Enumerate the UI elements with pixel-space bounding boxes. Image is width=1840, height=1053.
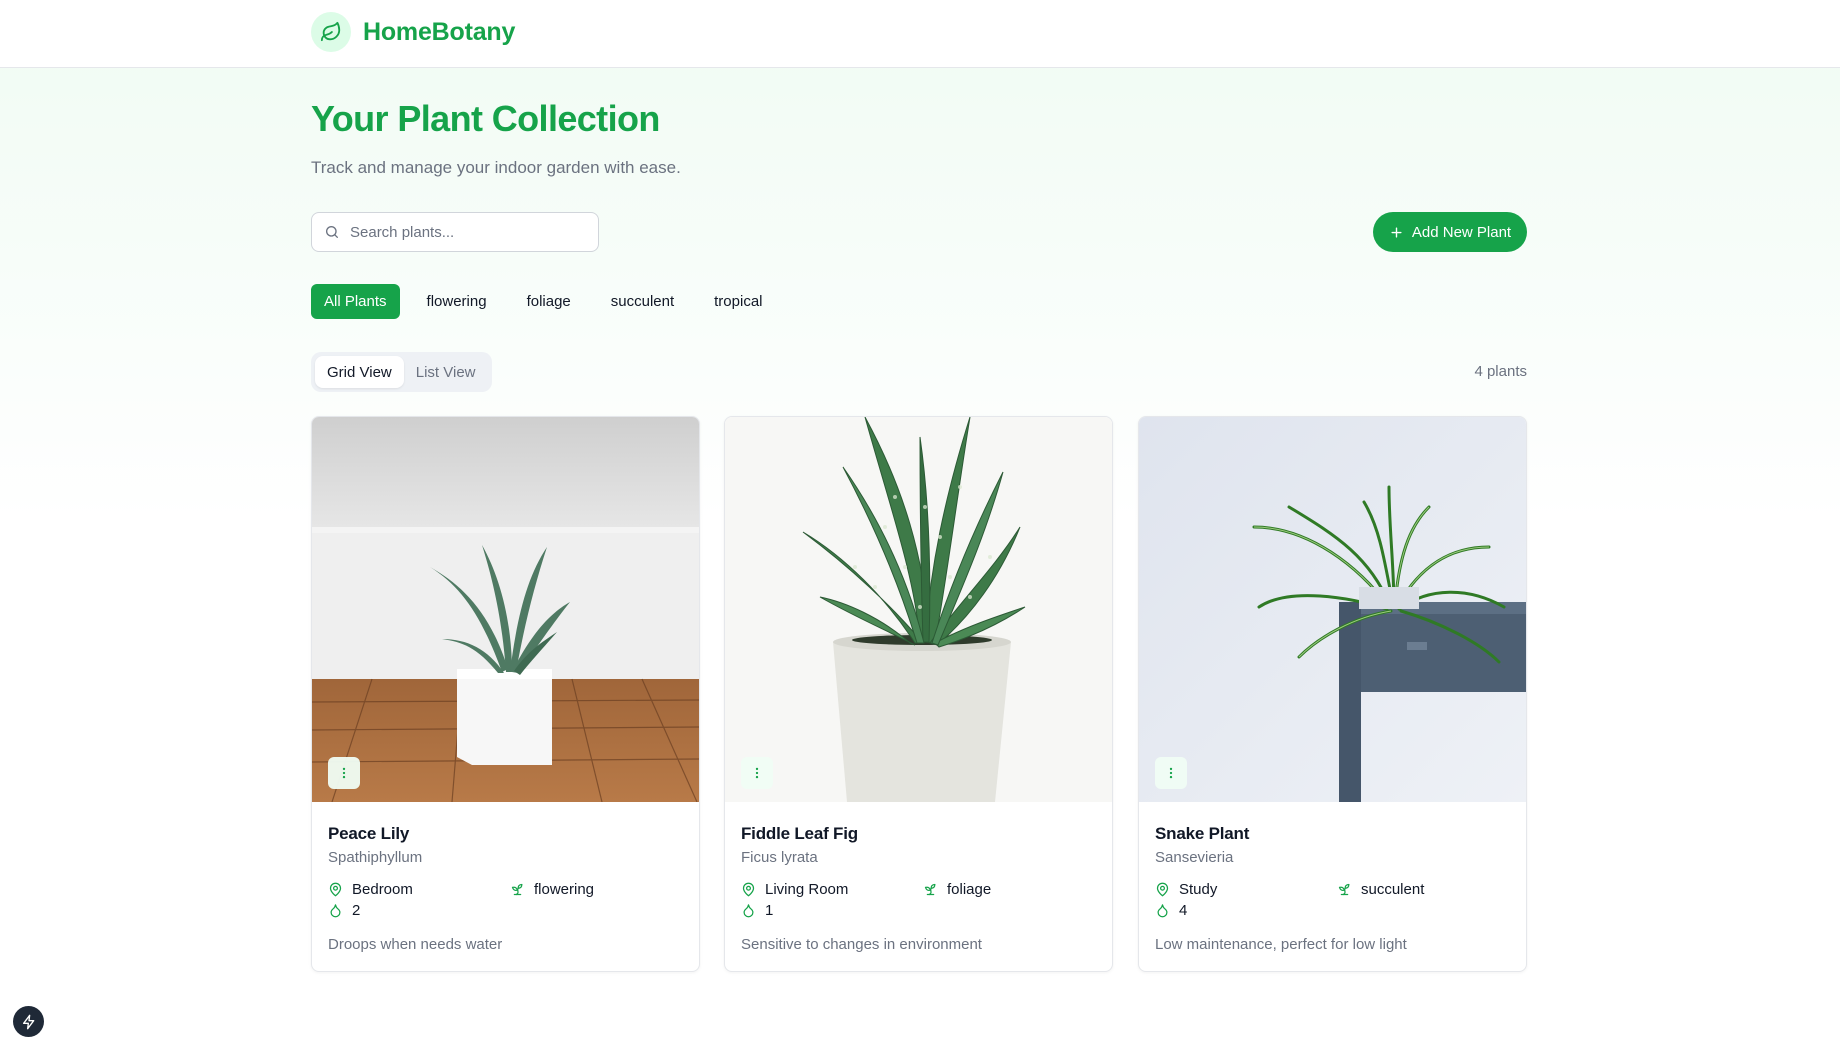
lightning-icon (22, 1014, 34, 1029)
filter-tropical[interactable]: tropical (701, 284, 775, 319)
plant-name: Snake Plant (1155, 824, 1250, 843)
droplet-icon (743, 904, 754, 918)
plant-water-frequency: 1 (765, 902, 774, 919)
plant-card[interactable]: Peace Lily Spathiphyllum Bedroom floweri… (311, 416, 700, 972)
plant-type: succulent (1361, 881, 1425, 898)
filter-flowering[interactable]: flowering (414, 284, 500, 319)
droplet-icon (1157, 904, 1168, 918)
plant-scientific-name: Spathiphyllum (328, 849, 423, 866)
search-icon (326, 226, 338, 238)
add-plant-label: Add New Plant (1411, 223, 1512, 241)
search-box[interactable] (311, 212, 599, 252)
plant-scientific-name: Sansevieria (1155, 849, 1234, 866)
plant-water-frequency: 4 (1179, 902, 1188, 919)
plant-card[interactable]: Fiddle Leaf Fig Ficus lyrata Living Room… (724, 416, 1113, 972)
plant-location: Bedroom (352, 881, 413, 898)
search-input[interactable] (350, 223, 590, 241)
page-subtitle: Track and manage your indoor garden with… (311, 158, 681, 177)
plant-water-frequency: 2 (352, 902, 361, 919)
leaf-icon (311, 12, 351, 52)
filter-all-plants[interactable]: All Plants (311, 284, 400, 319)
tab-list-view[interactable]: List View (404, 356, 488, 388)
plant-note: Droops when needs water (328, 936, 503, 953)
sprout-icon (924, 883, 936, 896)
map-pin-icon (1156, 882, 1169, 897)
plant-photo (1139, 417, 1526, 802)
brand[interactable]: HomeBotany (311, 12, 515, 52)
view-toggle: Grid View List View (311, 352, 492, 392)
plant-name: Fiddle Leaf Fig (741, 824, 858, 843)
map-pin-icon (329, 882, 342, 897)
tab-grid-view[interactable]: Grid View (315, 356, 404, 388)
plant-note: Sensitive to changes in environment (741, 936, 982, 953)
filter-succulent[interactable]: succulent (598, 284, 687, 319)
plant-name: Peace Lily (328, 824, 410, 843)
add-plant-button[interactable]: Add New Plant (1373, 212, 1527, 252)
plant-photo (725, 417, 1112, 802)
card-menu-button[interactable] (1155, 757, 1187, 789)
map-pin-icon (742, 882, 755, 897)
app-name: HomeBotany (363, 17, 516, 46)
more-vertical-icon (755, 767, 759, 779)
app-header: HomeBotany (0, 0, 1840, 68)
plant-type: foliage (947, 881, 992, 898)
plant-location: Study (1179, 881, 1218, 898)
plant-type: flowering (534, 881, 595, 898)
plant-card[interactable]: Snake Plant Sansevieria Study succulent … (1138, 416, 1527, 972)
card-menu-button[interactable] (741, 757, 773, 789)
sprout-icon (511, 883, 523, 896)
page-title: Your Plant Collection (311, 98, 660, 139)
plant-photo (312, 417, 699, 802)
plant-scientific-name: Ficus lyrata (741, 849, 818, 866)
filter-foliage[interactable]: foliage (514, 284, 584, 319)
plant-note: Low maintenance, perfect for low light (1155, 936, 1407, 953)
more-vertical-icon (1169, 767, 1173, 779)
card-menu-button[interactable] (328, 757, 360, 789)
dev-tools-button[interactable] (13, 1006, 44, 1037)
plant-location: Living Room (765, 881, 849, 898)
more-vertical-icon (342, 767, 346, 779)
plant-count: 4 plants (1474, 363, 1527, 380)
plus-icon (1391, 226, 1402, 238)
sprout-icon (1338, 883, 1350, 896)
category-filters: All Plants flowering foliage succulent t… (311, 284, 790, 319)
droplet-icon (330, 904, 341, 918)
